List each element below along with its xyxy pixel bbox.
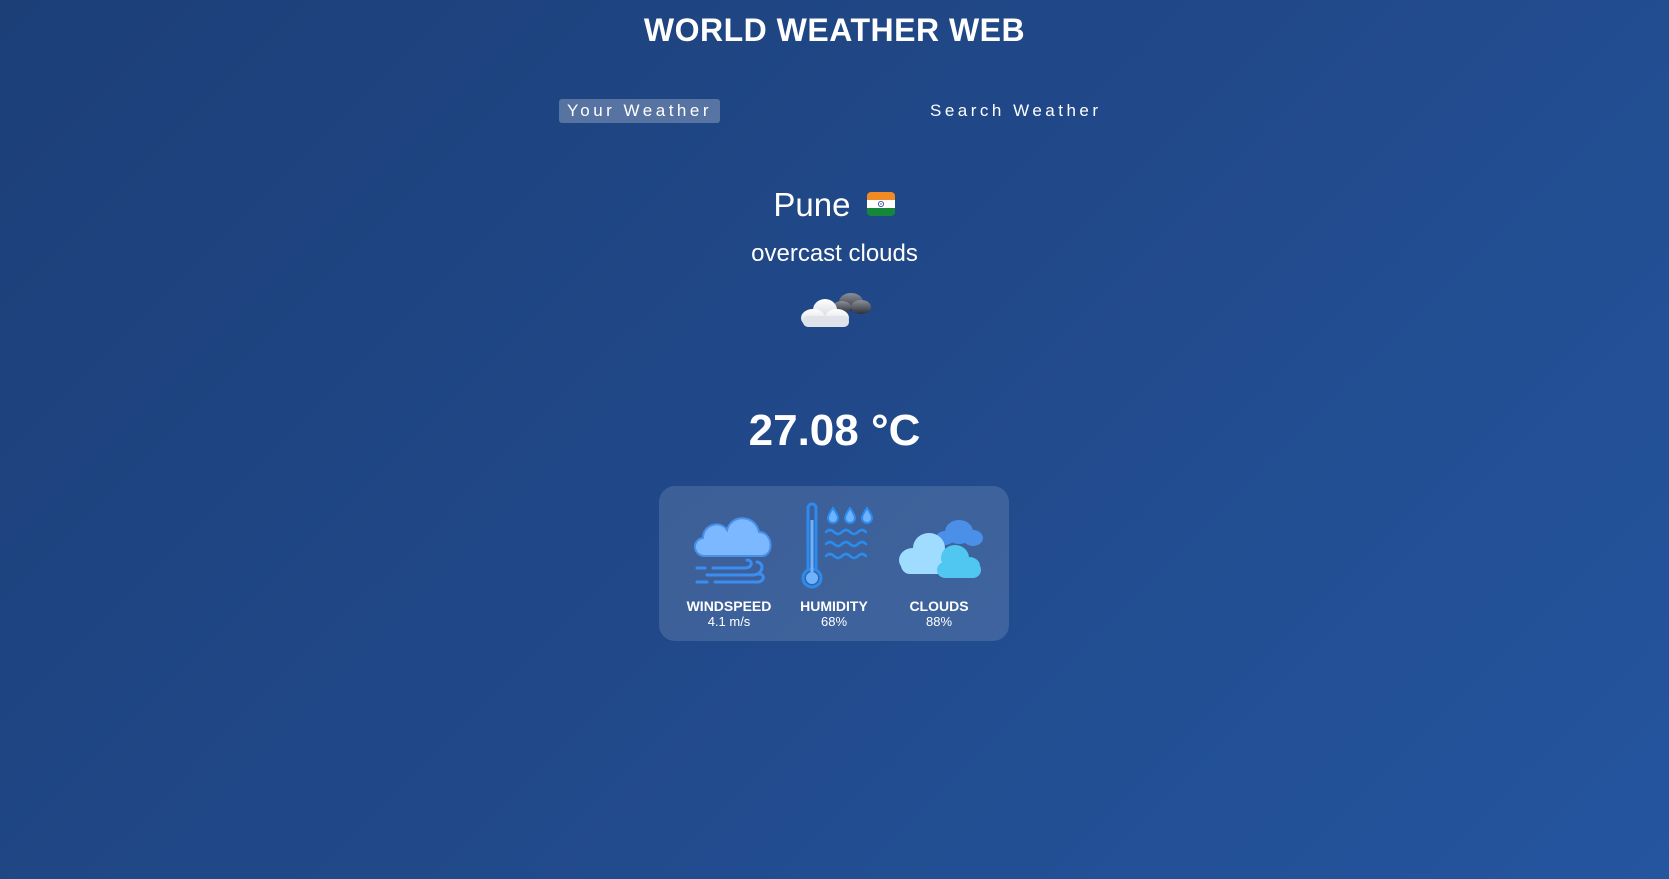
stat-humidity: HUMIDITY 68% — [784, 500, 884, 630]
clouds-icon — [899, 520, 983, 578]
stat-value-clouds: 88% — [925, 614, 953, 629]
tab-your-weather[interactable]: Your Weather — [559, 99, 720, 123]
tab-search-weather[interactable]: Search Weather — [930, 99, 1110, 123]
stat-label-humidity: HUMIDITY — [800, 598, 868, 614]
stat-value-windspeed: 4.1 m/s — [707, 614, 751, 629]
stat-windspeed: WINDSPEED 4.1 m/s — [679, 500, 779, 630]
tab-bar: Your Weather Search Weather — [0, 99, 1669, 125]
weather-description: overcast clouds — [751, 240, 918, 267]
city-name: Pune — [773, 186, 851, 223]
india-flag-icon — [866, 192, 895, 217]
humidity-thermometer-icon — [801, 502, 874, 589]
weather-stats-card: WINDSPEED 4.1 m/s HUMIDITY 68% CLOUDS 88… — [659, 486, 1009, 641]
app-title: WORLD WEATHER WEB — [643, 12, 1026, 48]
stat-label-clouds: CLOUDS — [909, 598, 969, 614]
stat-value-humidity: 68% — [820, 614, 848, 629]
overcast-cloud-icon — [801, 293, 871, 327]
temperature-readout: 27.08 °C — [748, 406, 921, 455]
stat-clouds: CLOUDS 88% — [889, 500, 989, 630]
stat-label-windspeed: WINDSPEED — [686, 598, 772, 614]
city-heading: Pune — [0, 183, 1669, 227]
wind-icon — [694, 517, 772, 584]
